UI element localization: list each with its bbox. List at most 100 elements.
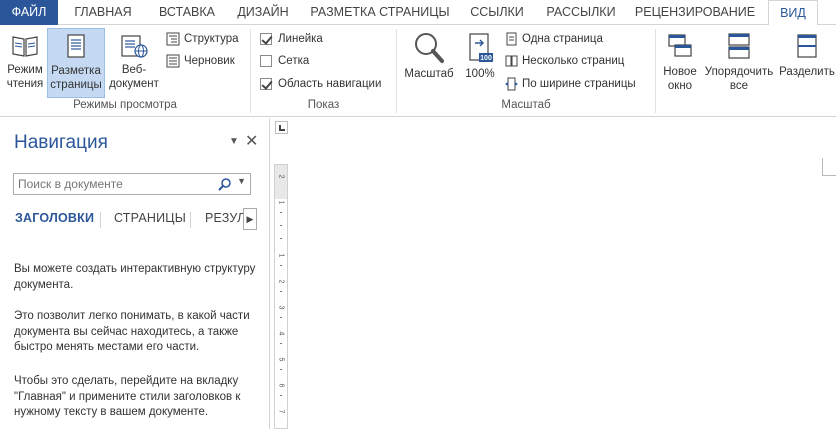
- zoom-100-icon: 100: [469, 33, 493, 62]
- page-width-label: По ширине страницы: [522, 78, 636, 90]
- nav-pane-label: Область навигации: [278, 78, 382, 90]
- ruler-number: 1: [277, 253, 285, 258]
- nav-pane-title: Навигация: [14, 132, 108, 153]
- one-page-icon: [506, 32, 517, 46]
- zoom-100-button[interactable]: 100 100%: [462, 28, 498, 96]
- read-mode-button[interactable]: Режим чтения: [3, 28, 47, 96]
- tab-results[interactable]: РЕЗУЛЬ: [205, 211, 243, 225]
- tab-separator: [190, 212, 191, 228]
- ruler-number: 6: [277, 383, 285, 388]
- tab-home[interactable]: ГЛАВНАЯ: [62, 0, 144, 25]
- document-page[interactable]: [303, 118, 836, 429]
- arrange-all-label-1: Упорядочить: [704, 66, 774, 78]
- arrange-all-label-2: все: [729, 80, 749, 92]
- nav-pane-checkbox[interactable]: Область навигации: [260, 74, 381, 94]
- ruler-check[interactable]: [260, 32, 272, 45]
- print-layout-button[interactable]: Разметка страницы: [47, 28, 105, 98]
- web-layout-label-2: документ: [109, 78, 159, 90]
- outline-button[interactable]: Структура: [166, 29, 239, 49]
- tab-insert[interactable]: ВСТАВКА: [148, 0, 226, 25]
- draft-label: Черновик: [184, 55, 235, 67]
- zoom-100-label: 100%: [465, 68, 495, 80]
- book-icon: [12, 36, 38, 57]
- ribbon-tab-bar: ФАЙЛ ГЛАВНАЯ ВСТАВКА ДИЗАЙН РАЗМЕТКА СТР…: [0, 0, 836, 26]
- new-window-label-1: Новое: [663, 66, 697, 78]
- vertical-ruler[interactable]: 2 1 1 2 3 4 5 6 7: [274, 164, 288, 429]
- ruler-tick: [280, 317, 282, 318]
- new-window-button[interactable]: Новое окно: [660, 28, 700, 96]
- ruler-number: 2: [277, 174, 285, 179]
- ruler-number: 4: [277, 331, 285, 336]
- ruler-tick: [280, 238, 282, 239]
- nav-pane-options-icon[interactable]: ▼: [229, 136, 239, 147]
- ruler-number: 5: [277, 357, 285, 362]
- web-layout-label-1: Веб-: [121, 64, 147, 76]
- ruler-checkbox[interactable]: Линейка: [260, 29, 323, 49]
- multiple-pages-button[interactable]: Несколько страниц: [505, 51, 624, 71]
- print-layout-label-2: страницы: [50, 79, 102, 91]
- arrange-all-icon: [728, 33, 750, 59]
- new-window-label-2: окно: [667, 80, 693, 92]
- ruler-tick: [280, 343, 282, 344]
- navigation-pane: Навигация ▼ ✕ ▼ ЗАГОЛОВКИ СТРАНИЦЫ РЕЗУЛ…: [0, 118, 270, 429]
- ruler-tick: [280, 369, 282, 370]
- ruler-margin: [275, 165, 287, 199]
- views-group-label: Режимы просмотра: [73, 99, 177, 111]
- tab-design[interactable]: ДИЗАЙН: [230, 0, 296, 25]
- nav-search-box[interactable]: ▼: [13, 173, 251, 195]
- chevron-down-icon[interactable]: ▼: [237, 176, 246, 186]
- nav-help-text-2: Это позволит легко понимать, в какой час…: [14, 310, 250, 353]
- gridlines-checkbox[interactable]: Сетка: [260, 51, 309, 71]
- tab-headings[interactable]: ЗАГОЛОВКИ: [15, 211, 94, 225]
- split-button[interactable]: Разделить: [778, 28, 836, 96]
- nav-tabs: ЗАГОЛОВКИ СТРАНИЦЫ РЕЗУЛЬ ▶: [0, 208, 270, 230]
- arrange-all-button[interactable]: Упорядочить все: [702, 28, 776, 96]
- read-mode-label-1: Режим: [7, 64, 43, 76]
- tab-references[interactable]: ССЫЛКИ: [462, 0, 532, 25]
- gridlines-check[interactable]: [260, 54, 272, 67]
- tab-view[interactable]: ВИД: [768, 0, 818, 26]
- page-layout-icon: [67, 34, 85, 58]
- ruler-tick: [280, 291, 282, 292]
- close-icon[interactable]: ✕: [245, 131, 258, 151]
- read-mode-label-2: чтения: [6, 78, 44, 90]
- ruler-tick: [280, 225, 282, 226]
- gridlines-label: Сетка: [278, 55, 310, 67]
- ruler-number: 3: [277, 305, 285, 310]
- nav-help-text-1: Вы можете создать интерактивную структур…: [14, 263, 256, 291]
- web-layout-button[interactable]: Веб- документ: [107, 28, 161, 96]
- one-page-label: Одна страница: [522, 33, 603, 45]
- search-icon[interactable]: [218, 177, 232, 191]
- tab-separator: [100, 212, 101, 228]
- page-width-button[interactable]: По ширине страницы: [505, 74, 636, 94]
- multiple-pages-label: Несколько страниц: [522, 55, 625, 67]
- magnifier-icon: [415, 33, 444, 63]
- web-layout-icon: [121, 35, 148, 58]
- tab-page-layout[interactable]: РАЗМЕТКА СТРАНИЦЫ: [304, 0, 456, 25]
- zoom-button[interactable]: Масштаб: [400, 28, 458, 96]
- ruler-tick: [280, 212, 282, 213]
- nav-help-text-3: Чтобы это сделать, перейдите на вкладку …: [14, 375, 241, 418]
- ruler-tick: [280, 265, 282, 266]
- tab-selector[interactable]: [275, 121, 288, 134]
- zoom-100-glyph: 100: [480, 55, 492, 62]
- search-input[interactable]: [14, 174, 214, 194]
- tab-mailings[interactable]: РАССЫЛКИ: [540, 0, 622, 25]
- ruler-tick: [280, 395, 282, 396]
- show-group-label: Показ: [307, 99, 340, 111]
- zoom-label: Масштаб: [404, 68, 454, 80]
- draft-icon: [166, 54, 180, 68]
- tab-file[interactable]: ФАЙЛ: [0, 0, 58, 25]
- ruler-number: 2: [277, 279, 285, 284]
- draft-button[interactable]: Черновик: [166, 51, 235, 71]
- tab-pages[interactable]: СТРАНИЦЫ: [114, 211, 186, 225]
- margin-marker: [822, 158, 823, 175]
- chevron-right-icon[interactable]: ▶: [243, 208, 257, 230]
- tab-review[interactable]: РЕЦЕНЗИРОВАНИЕ: [632, 0, 758, 25]
- one-page-button[interactable]: Одна страница: [505, 29, 603, 49]
- page-width-icon: [505, 77, 518, 91]
- new-window-icon: [668, 34, 692, 57]
- ruler-number: 7: [277, 409, 285, 414]
- ruler-number: 1: [277, 200, 285, 205]
- nav-pane-check[interactable]: [260, 77, 272, 90]
